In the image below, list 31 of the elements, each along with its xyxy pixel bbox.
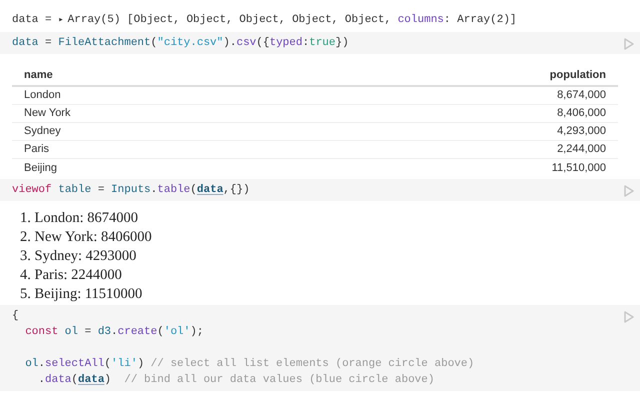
code-line: { [12,309,19,324]
code-cell[interactable]: viewof table = Inputs.table(data,{}) [0,179,640,201]
list-item: 2. New York: 8406000 [20,229,152,245]
code-cell[interactable]: data = FileAttachment("city.csv").csv({typed:true}) [0,32,640,54]
code-cell[interactable]: { const ol = d3.create('ol'); ol.selectAll('li') // select all list elements (orange circle above) .data(data) // bind all our data values (blue circle above) [0,305,640,391]
table-cell-text: London [24,88,62,104]
list-item: 1. London: 8674000 [20,210,138,226]
run-icon[interactable] [624,311,634,323]
output-line: data = ▸ Array(5) [Object, Object, Object, Object, Object, columns: Array(2)] [12,13,517,28]
code-line: data = FileAttachment("city.csv").csv({typed:true}) [12,36,349,51]
code-line: .data(data) // bind all our data values (blue circle above) [38,373,434,388]
list-item: 3. Sydney: 4293000 [20,248,136,264]
table-cell-text: Sydney [24,124,62,140]
column-header[interactable]: name [24,67,315,84]
expand-toggle[interactable]: ▸ [58,15,64,25]
run-icon[interactable] [624,38,634,50]
table-cell-text: 8,674,000 [556,88,606,104]
table-cell-text: New York [24,106,72,122]
list-item: 4. Paris: 2244000 [20,267,122,283]
table-cell-text: 4,293,000 [556,124,606,140]
list-item: 5. Beijing: 11510000 [20,286,142,302]
table-cell-text: Beijing [24,160,58,176]
table-cell-text: Paris [24,142,50,158]
run-icon[interactable] [624,185,634,197]
code-line: ol.selectAll('li') // select all list elements (orange circle above) [25,357,474,372]
table-cell-text: 11,510,000 [550,160,606,176]
code-line: viewof table = Inputs.table(data,{}) [12,183,250,198]
table-cell-text: 2,244,000 [556,142,606,158]
code-line: const ol = d3.create('ol'); [25,325,204,340]
column-header[interactable]: population [315,67,606,84]
table-cell-text: 8,406,000 [556,106,606,122]
